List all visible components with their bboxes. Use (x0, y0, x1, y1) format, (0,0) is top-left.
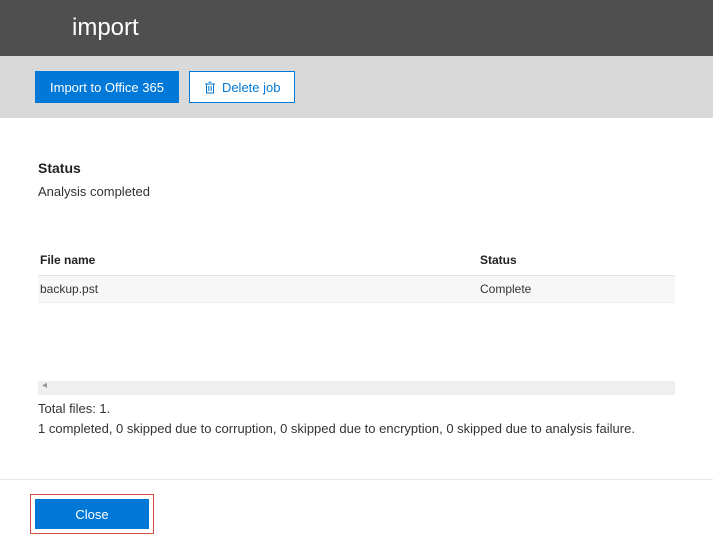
summary-details: 1 completed, 0 skipped due to corruption… (38, 419, 675, 439)
import-to-office365-button[interactable]: Import to Office 365 (35, 71, 179, 103)
column-header-status: Status (480, 245, 675, 275)
toolbar: Import to Office 365 Delete job (0, 56, 713, 118)
column-header-filename: File name (38, 245, 480, 275)
horizontal-scrollbar[interactable] (38, 381, 675, 395)
page-title: import (72, 14, 139, 41)
summary-block: Total files: 1. 1 completed, 0 skipped d… (0, 399, 713, 438)
content-area: Status Analysis completed File name Stat… (0, 118, 713, 395)
close-button-label: Close (75, 507, 108, 522)
status-text: Analysis completed (38, 184, 675, 199)
cell-status: Complete (480, 276, 675, 302)
trash-icon (204, 81, 216, 94)
status-heading: Status (38, 160, 675, 176)
page-header: import (0, 0, 713, 56)
delete-button-label: Delete job (222, 80, 281, 95)
import-button-label: Import to Office 365 (50, 80, 164, 95)
table-row: backup.pst Complete (38, 276, 675, 303)
summary-total: Total files: 1. (38, 399, 675, 419)
close-button[interactable]: Close (35, 499, 149, 529)
footer: Close (0, 479, 713, 548)
delete-job-button[interactable]: Delete job (189, 71, 296, 103)
files-grid: File name Status backup.pst Complete (38, 245, 675, 303)
cell-filename: backup.pst (38, 276, 480, 302)
close-highlight: Close (30, 494, 154, 534)
grid-header-row: File name Status (38, 245, 675, 276)
